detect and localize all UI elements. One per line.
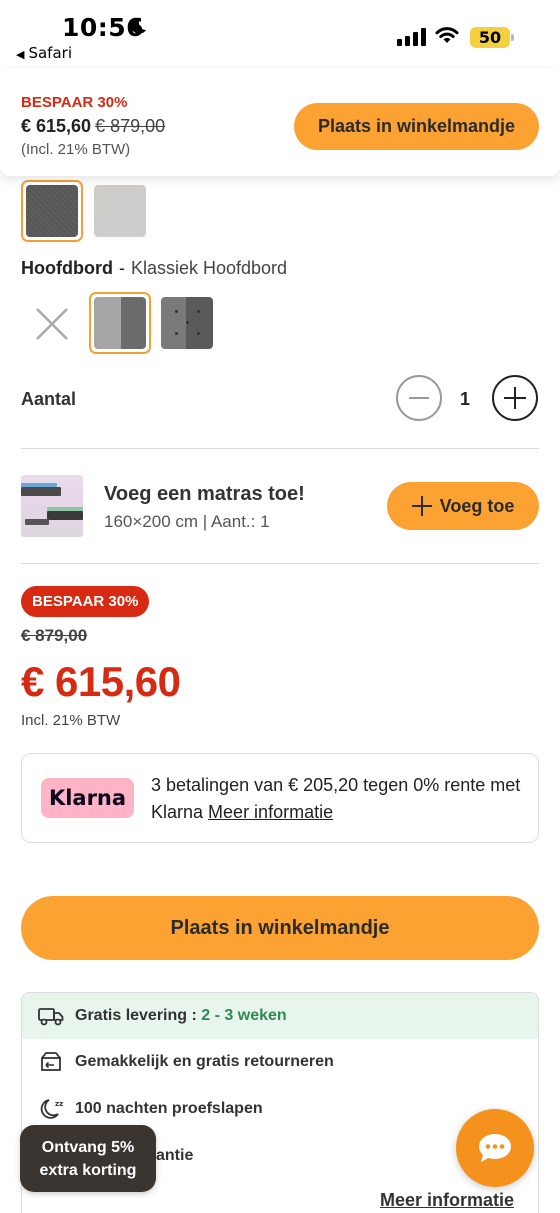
divider	[21, 448, 539, 449]
mattress-upsell-title: Voeg een matras toe!	[104, 483, 305, 505]
benefits-more-info-link[interactable]: Meer informatie	[380, 1190, 514, 1211]
sticky-vat-note: (Incl. 21% BTW)	[21, 141, 131, 158]
quantity-increase-button[interactable]	[492, 375, 538, 421]
return-box-icon	[41, 1052, 61, 1071]
color-swatch-dark-grey-selected[interactable]	[21, 180, 83, 242]
benefit-returns: Gemakkelijk en gratis retourneren	[22, 1039, 538, 1085]
wifi-icon	[435, 27, 459, 43]
color-swatch-light-grey[interactable]	[94, 185, 146, 237]
sticky-purchase-bar: BESPAAR 30% € 615,60 € 879,00 (Incl. 21% …	[0, 68, 560, 176]
klarna-text: 3 betalingen van € 205,20 tegen 0% rente…	[151, 775, 521, 822]
add-to-cart-button[interactable]: Plaats in winkelmandje	[21, 896, 539, 960]
sticky-price: € 615,60 € 879,00	[21, 116, 166, 136]
headboard-classic-option-selected[interactable]	[89, 292, 151, 354]
back-arrow-icon: ◀	[16, 48, 25, 61]
chat-bubble-icon	[479, 1134, 511, 1162]
sleep-moon-icon: zz	[40, 1099, 63, 1119]
status-bar: 10:56 ◀ Safari 50	[0, 0, 560, 66]
quantity-label: Aantal	[21, 389, 77, 409]
mattress-upsell-subtitle: 160×200 cm | Aant.: 1	[104, 512, 270, 531]
divider	[21, 563, 539, 564]
minus-icon	[409, 397, 429, 399]
headboard-label: Hoofdbord - Klassiek Hoofdbord	[21, 258, 288, 278]
plus-icon	[504, 387, 526, 409]
klarna-logo: Klarna	[41, 778, 134, 818]
quantity-value: 1	[460, 389, 471, 409]
battery-icon: 50	[470, 27, 514, 48]
old-price: € 879,00	[21, 626, 88, 645]
klarna-payment-info: Klarna 3 betalingen van € 205,20 tegen 0…	[21, 753, 539, 843]
delivery-truck-icon	[38, 1008, 64, 1026]
quantity-decrease-button[interactable]	[396, 375, 442, 421]
sticky-add-to-cart-button[interactable]: Plaats in winkelmandje	[294, 103, 539, 150]
add-mattress-button[interactable]: Voeg toe	[387, 482, 539, 530]
headboard-tufted-option[interactable]	[161, 297, 213, 349]
benefit-delivery: Gratis levering : 2 - 3 weken	[22, 993, 538, 1039]
delivery-time: 2 - 3 weken	[201, 1007, 287, 1024]
moon-icon	[131, 17, 146, 34]
headboard-value: Klassiek Hoofdbord	[130, 258, 288, 278]
mattress-thumbnail	[21, 475, 83, 537]
extra-discount-promo-button[interactable]: Ontvang 5% extra korting	[20, 1125, 156, 1192]
svg-text:zz: zz	[55, 1100, 63, 1108]
back-to-safari-link[interactable]: ◀ Safari	[16, 44, 72, 62]
plus-icon	[411, 496, 432, 516]
sticky-save-label: BESPAAR 30%	[21, 94, 128, 111]
discount-badge: BESPAAR 30%	[21, 586, 150, 617]
sticky-old-price: € 879,00	[95, 116, 166, 136]
chat-button[interactable]	[456, 1109, 534, 1187]
current-price: € 615,60	[21, 658, 181, 705]
no-headboard-option-icon[interactable]	[34, 306, 70, 342]
cellular-signal-icon	[397, 28, 426, 46]
klarna-more-info-link[interactable]: Meer informatie	[208, 802, 333, 822]
vat-note: Incl. 21% BTW	[21, 712, 121, 729]
